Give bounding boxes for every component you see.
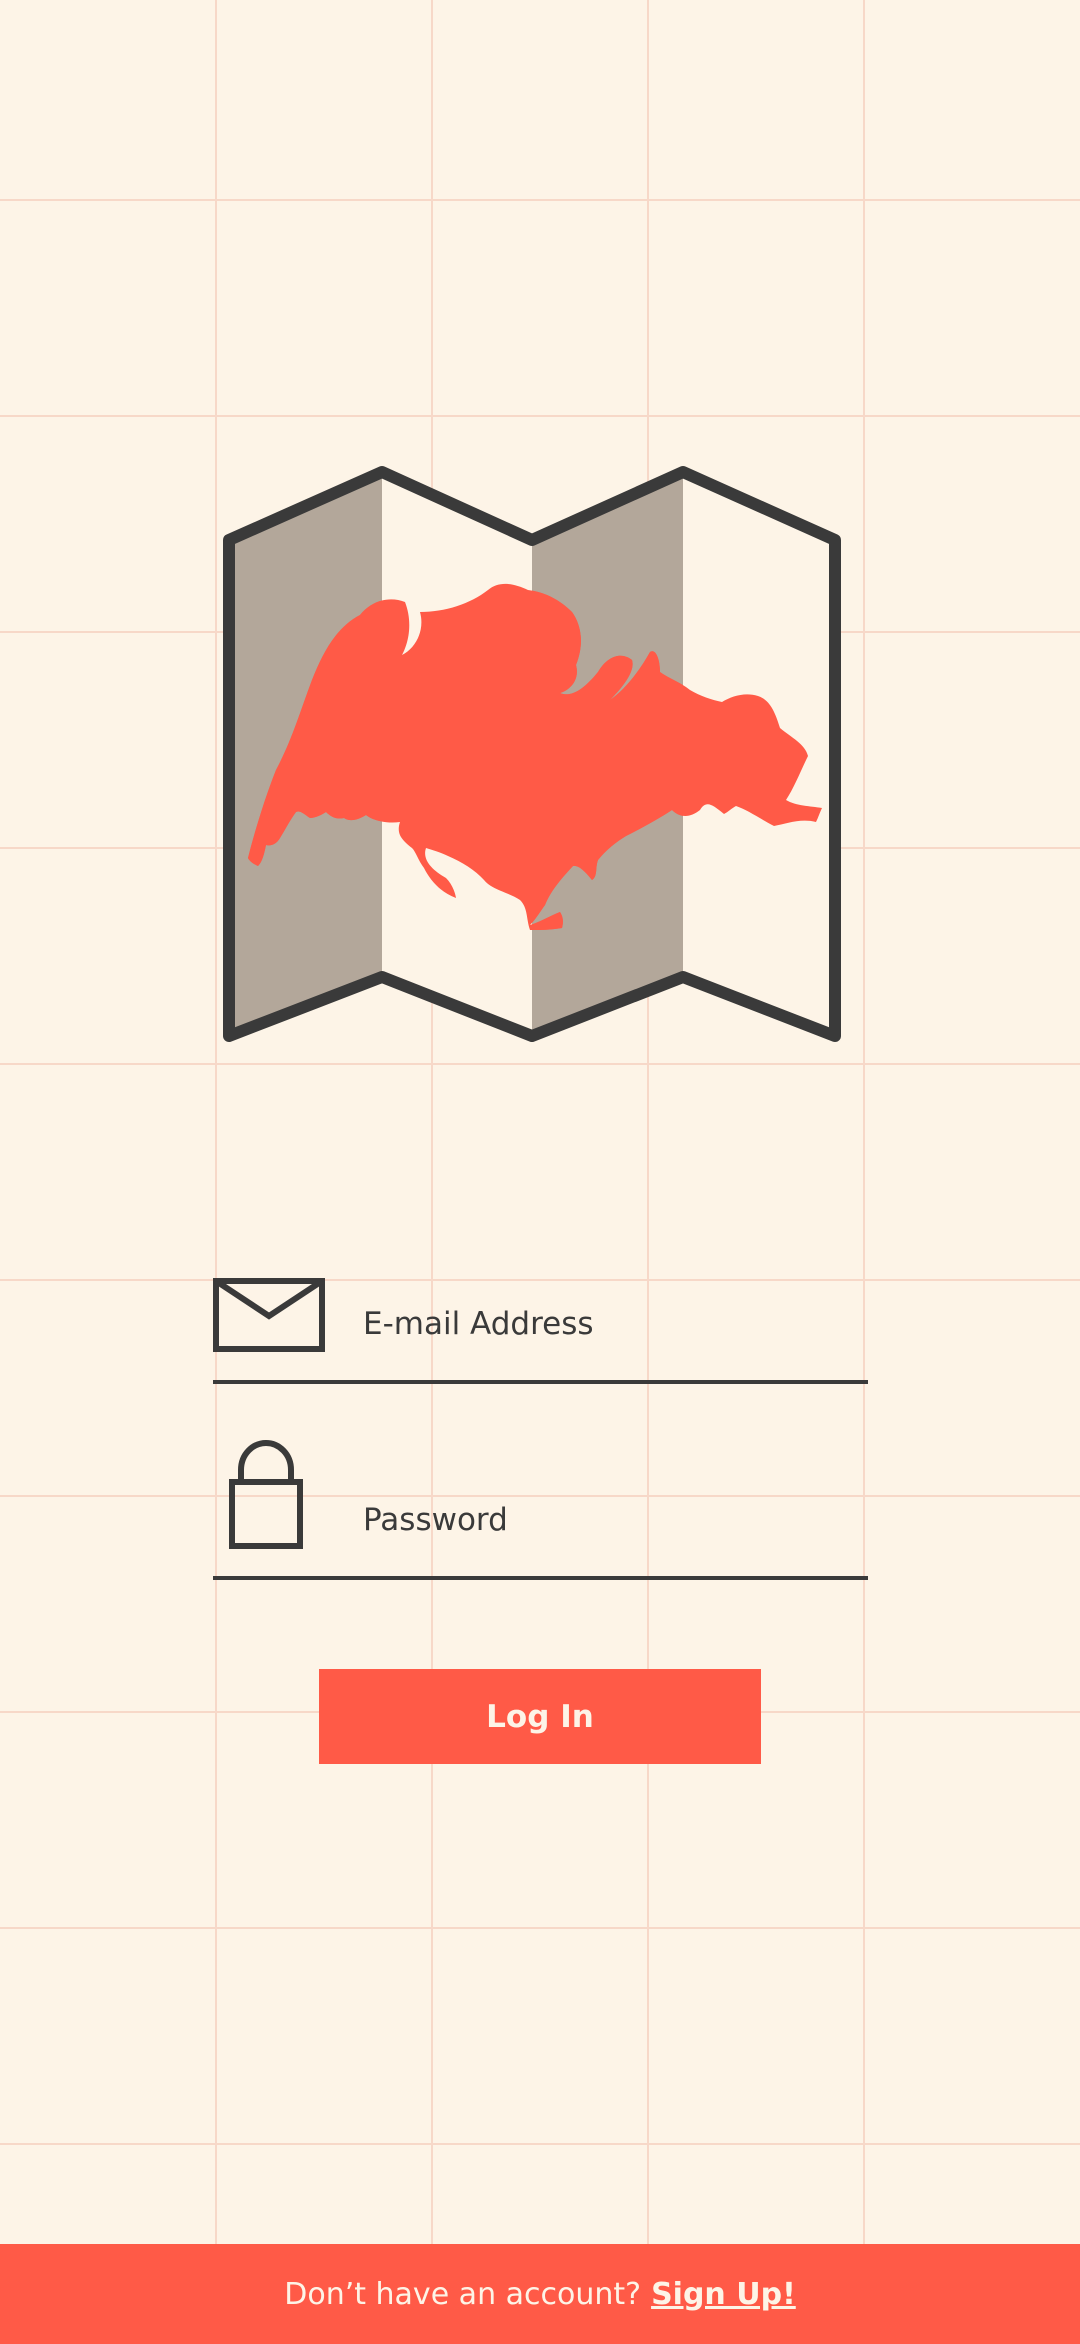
signup-prompt: Don’t have an account? <box>284 2276 642 2312</box>
password-input[interactable] <box>363 1484 853 1556</box>
folded-map-icon <box>223 466 841 1042</box>
email-underline <box>213 1380 868 1384</box>
login-button[interactable]: Log In <box>319 1669 761 1764</box>
email-input[interactable] <box>363 1288 853 1360</box>
envelope-icon <box>213 1278 325 1352</box>
password-field[interactable] <box>213 1440 868 1580</box>
password-underline <box>213 1576 868 1580</box>
signup-footer: Don’t have an account? Sign Up! <box>0 2244 1080 2344</box>
signup-link[interactable]: Sign Up! <box>651 2277 796 2312</box>
lock-icon <box>229 1440 303 1549</box>
email-field[interactable] <box>213 1274 868 1384</box>
